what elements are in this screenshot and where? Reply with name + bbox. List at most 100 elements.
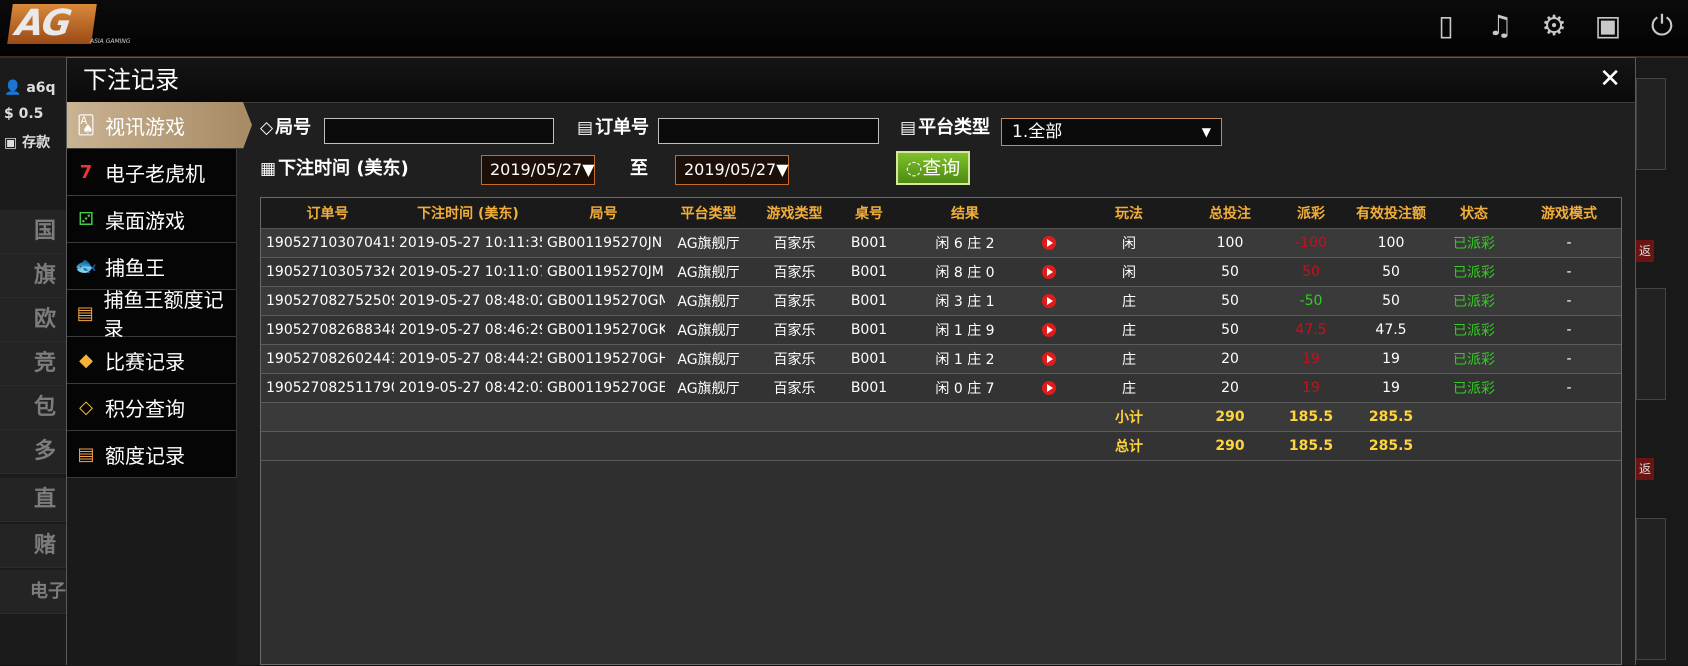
bg-row: 多 [0,430,66,474]
play-icon[interactable] [1042,352,1056,366]
document-icon: ▤ [77,443,95,465]
cell-status: 已派彩 [1431,228,1517,258]
cell-total-bet: 50 [1189,315,1271,345]
cell-round: GB001195270JM [542,257,665,287]
diamond-icon: ◇ [79,396,93,418]
total-valid: 285.5 [1351,431,1431,461]
sidebar-item-label: 比赛记录 [105,349,185,374]
play-icon[interactable] [1042,236,1056,250]
bg-row: 电子 [0,570,66,614]
query-button[interactable]: ◌查询 [896,151,970,185]
bet-time-label: ▦ 下注时间 (美东) [260,158,409,179]
cell-order: 190527082752509 [261,286,394,316]
cell-valid-bet: 47.5 [1351,315,1431,345]
sidebar-item-points[interactable]: ◇ 积分查询 [67,384,237,431]
cell-round: GB001195270GK [542,315,665,345]
total-label: 总计 [1069,431,1189,461]
modal-title: 下注记录 [83,66,179,94]
platform-select[interactable]: 1.全部 ▼ [1001,118,1222,146]
total-payout: 185.5 [1271,431,1351,461]
deposit-link[interactable]: ▣ 存款 [4,132,50,152]
cell-play: 闲 [1069,257,1189,287]
cell-payout: 50 [1271,257,1351,287]
music-icon[interactable]: ♫ [1484,10,1516,42]
cell-replay [1029,257,1069,287]
modal-header: 下注记录 ✕ [67,58,1635,103]
play-icon[interactable] [1042,294,1056,308]
user-name: 👤 a6q [4,80,56,96]
cell-total-bet: 100 [1189,228,1271,258]
sidebar-item-label: 视讯游戏 [105,114,185,139]
cell-table: B001 [837,315,901,345]
category-sidebar: 🂡 视讯游戏 7 电子老虎机 ⚂ 桌面游戏 🐟 捕鱼王 ▤ 捕鱼王额度记录 ◆ … [67,102,252,666]
sidebar-item-table-games[interactable]: ⚂ 桌面游戏 [67,196,237,243]
sidebar-item-fishing-king[interactable]: 🐟 捕鱼王 [67,243,237,290]
cell-total-bet: 20 [1189,344,1271,374]
cell-play: 闲 [1069,228,1189,258]
cell-bet-time: 2019-05-27 08:46:29 [394,315,542,345]
background-left-panel: 👤 a6q $ 0.5 ▣ 存款 国 旗 欧 竞 包 多 直 赌 电子 [0,58,66,665]
search-icon: ◌ [905,157,923,179]
cell-result: 闲 0 庄 7 [901,373,1029,403]
sidebar-item-match-records[interactable]: ◆ 比赛记录 [67,337,237,384]
play-icon[interactable] [1042,381,1056,395]
cell-total-bet: 50 [1189,257,1271,287]
date-to-picker[interactable]: 2019/05/27▼ [675,155,789,185]
cell-platform: AG旗舰厅 [665,344,752,374]
clipboard-icon: ▤ [577,118,594,138]
round-input[interactable] [324,118,554,144]
cell-table: B001 [837,228,901,258]
cell-status: 已派彩 [1431,344,1517,374]
top-bar: AG ASIA GAMING ▯ ♫ ⚙ ▣ ⏻ [0,0,1688,58]
cell-status: 已派彩 [1431,373,1517,403]
cell-order: 190527103057326 [261,257,394,287]
subtotal-label: 小计 [1069,402,1189,432]
table-row: 190527082602443 2019-05-27 08:44:25 GB0011… [261,344,1621,374]
sidebar-item-slots[interactable]: 7 电子老虎机 [67,149,237,196]
cell-game-mode: - [1517,315,1621,345]
cell-game-mode: - [1517,257,1621,287]
document-icon: ▤ [76,302,94,324]
ticket-icon: ◆ [79,349,93,371]
play-icon[interactable] [1042,323,1056,337]
sidebar-item-fishing-credit[interactable]: ▤ 捕鱼王额度记录 [67,288,237,341]
sidebar-item-live-games[interactable]: 🂡 视讯游戏 [67,102,252,149]
cell-result: 闲 3 庄 1 [901,286,1029,316]
cell-table: B001 [837,373,901,403]
date-from-picker[interactable]: 2019/05/27▼ [481,155,595,185]
phone-icon[interactable]: ▯ [1430,10,1462,42]
col-round: 局号 [542,198,665,229]
cell-result: 闲 1 庄 2 [901,344,1029,374]
bg-row: 直 [0,478,66,522]
cell-game-type: 百家乐 [752,373,837,403]
gear-icon[interactable]: ⚙ [1538,10,1570,42]
sidebar-item-label: 额度记录 [105,443,185,468]
sidebar-item-label: 积分查询 [105,396,185,421]
col-platform: 平台类型 [665,198,752,229]
col-replay [1029,198,1069,229]
cell-valid-bet: 50 [1351,257,1431,287]
play-icon[interactable] [1042,265,1056,279]
cell-game-mode: - [1517,228,1621,258]
chat-icon[interactable]: ▣ [1592,10,1624,42]
order-number-input[interactable] [658,118,879,144]
cell-platform: AG旗舰厅 [665,286,752,316]
cell-bet-time: 2019-05-27 08:44:25 [394,344,542,374]
sidebar-item-credit-records[interactable]: ▤ 额度记录 [67,431,237,478]
cell-order: 190527082602443 [261,344,394,374]
close-button[interactable]: ✕ [1599,64,1621,94]
col-status: 状态 [1431,198,1517,229]
bg-red-tag: 返 [1636,458,1654,480]
col-game-mode: 游戏模式 [1517,198,1621,229]
col-valid-bet: 有效投注额 [1351,198,1431,229]
logo-text: AG [7,3,97,44]
power-icon[interactable]: ⏻ [1646,10,1678,42]
subtotal-payout: 185.5 [1271,402,1351,432]
cell-replay [1029,228,1069,258]
subtotal-bet: 290 [1189,402,1271,432]
cell-platform: AG旗舰厅 [665,257,752,287]
round-label: ◇ 局号 [260,117,312,138]
cell-valid-bet: 19 [1351,373,1431,403]
cell-replay [1029,286,1069,316]
table-row: 190527103057326 2019-05-27 10:11:07 GB0011… [261,257,1621,287]
